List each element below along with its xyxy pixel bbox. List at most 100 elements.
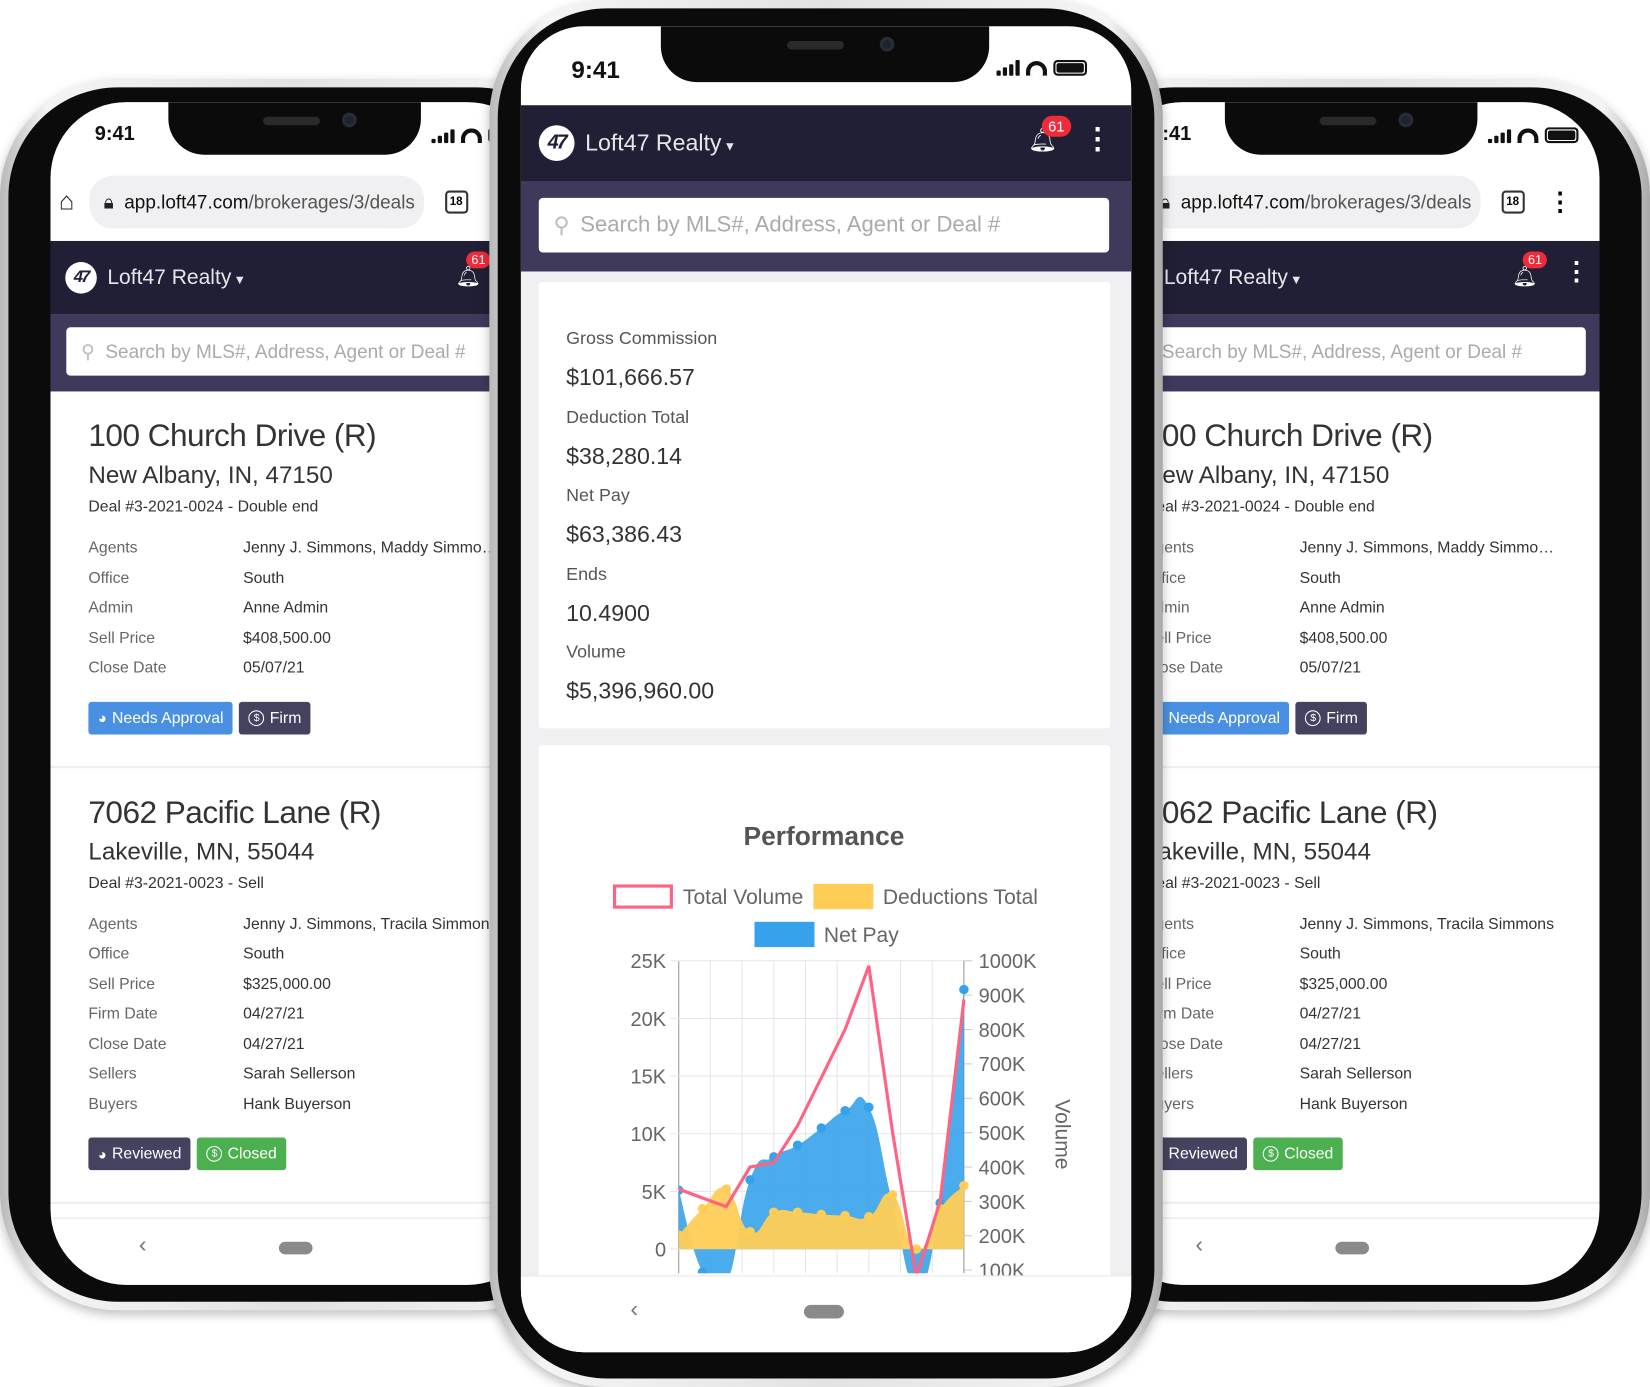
data-point[interactable] [959,984,969,995]
data-point[interactable] [697,1203,708,1214]
logo[interactable]: 47 [65,262,97,294]
field-value: 04/27/21 [1299,1034,1362,1053]
field-value: South [1299,568,1341,587]
data-point[interactable] [887,1190,898,1200]
data-point[interactable] [840,1105,850,1116]
field-row: Sell Price $408,500.00 [1145,629,1600,659]
deal-list: 100 Church Drive (R) New Albany, IN, 4715… [50,391,543,1204]
deal-title[interactable]: 7062 Pacific Lane (R) [1145,795,1600,831]
field-label: Close Date [1144,658,1223,677]
tabs-button[interactable]: 18 [444,190,468,214]
status-badge[interactable]: $ Firm [239,701,311,734]
status-badge[interactable]: ◕ Reviewed [88,1137,191,1171]
deal-card[interactable]: 100 Church Drive (R) New Albany, IN, 4715… [50,391,543,768]
field-value: Jenny J. Simmons, Maddy Simmons, ... [243,538,507,557]
legend-swatch [813,883,874,910]
data-point[interactable] [959,1180,969,1191]
data-point[interactable] [840,1210,850,1221]
right-tick-label: 700K [979,1054,1026,1076]
pie-clock-icon: ◕ [97,1145,107,1163]
field-label: Sell Price [88,628,156,647]
data-point[interactable] [816,1123,827,1133]
field-value: 05/07/21 [243,658,305,677]
right-tick-label: 800K [979,1020,1026,1042]
field-value: $325,000.00 [1299,974,1388,993]
deal-title[interactable]: 7062 Pacific Lane (R) [88,795,543,831]
brand-name: Loft47 Realty [107,265,232,289]
tabs-button[interactable]: 18 [1501,190,1525,214]
search-input[interactable]: ⚲ Search by MLS#, Address, Agent or Deal… [1122,327,1586,376]
home-icon[interactable]: ⌂ [59,187,74,216]
caret-down-icon: ▼ [1289,272,1303,287]
back-icon[interactable]: ‹ [139,1231,147,1258]
brokerage-switcher[interactable]: Loft47 Realty ▼ [1164,266,1303,290]
field-value: Jenny J. Simmons, Maddy Simmons, ... [1299,538,1563,557]
field-value: 05/07/21 [1299,658,1362,677]
home-pill[interactable] [1335,1241,1370,1255]
data-point[interactable] [721,1184,731,1194]
dollar-circle-icon: $ [206,1145,223,1162]
status-badge[interactable]: $ Closed [197,1137,287,1171]
side-screen: 9:41 ⌂ 🔒︎ app.loft47.com/brokerages/3/de… [1107,102,1600,1285]
deal-title[interactable]: 100 Church Drive (R) [88,419,543,455]
status-badges: ◕ Reviewed $Closed [88,1137,543,1171]
search-placeholder: Search by MLS#, Address, Agent or Deal # [105,340,466,362]
deal-card[interactable]: 100 Church Drive (R) New Albany, IN, 4715… [1107,391,1600,768]
deal-city: New Albany, IN, 47150 [88,460,333,489]
browser-menu-icon[interactable]: ⋮ [1547,187,1572,218]
deal-number: Deal #3-2021-0023 - Sell [1144,873,1321,892]
status-badge[interactable]: ◕Needs Approval [88,701,233,734]
data-point[interactable] [864,1212,874,1222]
field-label: Agents [1144,538,1195,557]
field-value: $408,500.00 [1299,628,1388,647]
wifi-icon [460,128,482,144]
data-point[interactable] [816,1209,827,1220]
field-label: Office [1144,944,1186,963]
data-point[interactable] [864,1102,874,1112]
deal-fields: Agents Jenny J. Simmons, Tracila Simmons O… [1145,915,1600,1125]
field-value: Sarah Sellerson [1299,1064,1412,1083]
home-pill[interactable] [803,1304,844,1319]
app-header: 47 Loft47 Realty▼ 🔔︎ 61 ⋮ [1107,240,1600,315]
center-screen: 9:41 47 Loft47 Realty ▼ 🔔︎ 61 ⋮ ⚲ Search … [520,26,1132,1353]
data-point[interactable] [769,1207,779,1217]
app-header: 47 Loft47 Realty▼ 🔔︎ 61 ⋮ [50,240,543,315]
data-point[interactable] [792,1140,803,1151]
search-band: ⚲ Search by MLS#, Address, Agent or Deal… [50,314,543,392]
deal-card[interactable]: 7062 Pacific Lane (R) Lakeville, MN, 5504… [50,768,543,1204]
home-pill[interactable] [278,1241,313,1255]
field-value: South [1299,944,1341,963]
field-label: Sell Price [1144,974,1212,993]
deal-fields: Agents Jenny J. Simmons, Tracila Simmons O… [88,915,543,1125]
field-row: Close Date 05/07/21 [88,659,543,689]
signal-icon [431,129,455,144]
data-point[interactable] [745,1227,755,1237]
legend-swatch [612,884,673,909]
url-field[interactable]: 🔒︎ app.loft47.com/brokerages/3/deals [88,175,424,229]
data-point[interactable] [792,1207,803,1217]
menu-dots-icon[interactable]: ⋮ [1564,259,1589,285]
left-tick-label: 5K [642,1182,667,1204]
data-point[interactable] [745,1175,755,1185]
back-icon[interactable]: ‹ [630,1295,638,1322]
search-input[interactable]: ⚲ Search by MLS#, Address, Agent or Deal… [66,327,530,376]
caret-down-icon: ▼ [233,272,246,287]
field-row: Agents Jenny J. Simmons, Maddy Simmons, .… [1145,539,1600,569]
brokerage-switcher[interactable]: Loft47 Realty ▼ [107,266,246,290]
deal-fields: Agents Jenny J. Simmons, Maddy Simmons, .… [1145,539,1600,689]
status-badge[interactable]: ◕Needs Approval [1144,701,1290,734]
status-icons [1487,127,1579,144]
back-icon[interactable]: ‹ [1195,1231,1203,1258]
field-label: Office [88,568,130,587]
deal-title[interactable]: 100 Church Drive (R) [1145,419,1600,455]
deal-card[interactable]: 7062 Pacific Lane (R) Lakeville, MN, 5504… [1107,768,1600,1204]
url-field[interactable]: 🔒︎ app.loft47.com/brokerages/3/deals [1145,175,1481,229]
field-row: Agents Jenny J. Simmons, Tracila Simmons [1145,915,1600,945]
status-badge[interactable]: $ Firm [1295,701,1368,734]
field-label: Firm Date [1144,1004,1215,1023]
deal-fields: Agents Jenny J. Simmons, Maddy Simmons, .… [88,539,543,689]
url-host: app.loft47.com [124,190,249,213]
field-label: Office [1144,568,1186,587]
data-point[interactable] [674,1230,684,1240]
status-badge[interactable]: $ Closed [1253,1137,1343,1171]
